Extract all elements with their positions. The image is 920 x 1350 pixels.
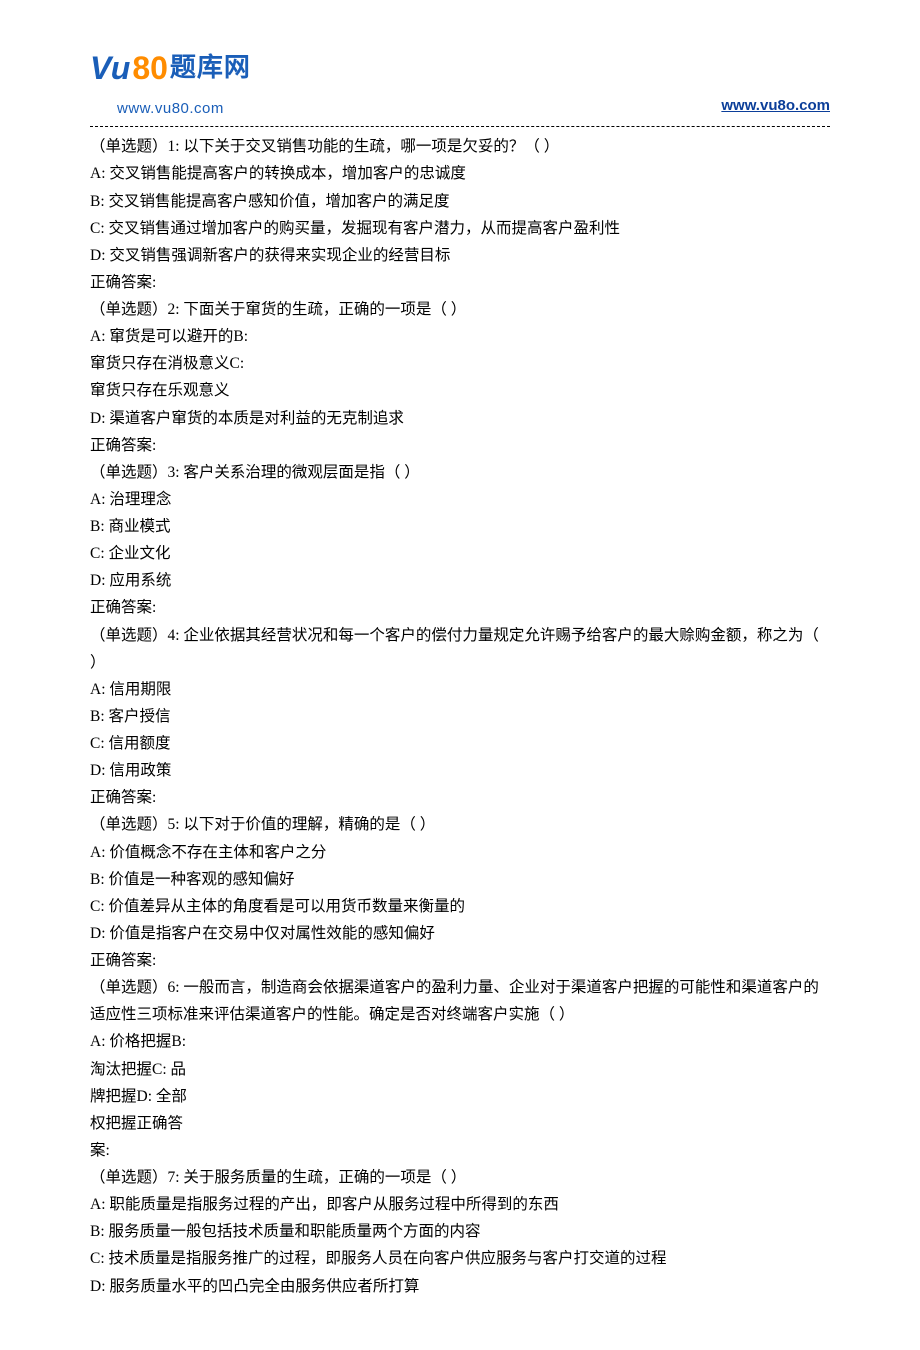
answer-label: 正确答案: bbox=[90, 784, 830, 811]
question-option: 窜货只存在消极意义C: bbox=[90, 350, 830, 377]
question-option: B: 商业模式 bbox=[90, 513, 830, 540]
question-option: A: 治理理念 bbox=[90, 486, 830, 513]
question-option: C: 技术质量是指服务推广的过程，即服务人员在向客户供应服务与客户打交道的过程 bbox=[90, 1245, 830, 1272]
question-option: C: 信用额度 bbox=[90, 730, 830, 757]
question-option: 淘汰把握C: 品 bbox=[90, 1056, 830, 1083]
question-option: D: 应用系统 bbox=[90, 567, 830, 594]
question-option: D: 服务质量水平的凹凸完全由服务供应者所打算 bbox=[90, 1273, 830, 1300]
page-header: Vu 80 题库网 www.vu80.com www.vu8o.com bbox=[90, 40, 830, 122]
question-option: C: 交叉销售通过增加客户的购买量，发掘现有客户潜力，从而提高客户盈利性 bbox=[90, 215, 830, 242]
question-option: D: 交叉销售强调新客户的获得来实现企业的经营目标 bbox=[90, 242, 830, 269]
logo-url-text: www.vu80.com bbox=[117, 96, 224, 122]
logo-80-text: 80 bbox=[132, 40, 168, 96]
question-prompt: （单选题）3: 客户关系治理的微观层面是指（ ） bbox=[90, 459, 830, 486]
answer-label: 正确答案: bbox=[90, 947, 830, 974]
question-option: 案: bbox=[90, 1137, 830, 1164]
question-option: D: 渠道客户窜货的本质是对利益的无克制追求 bbox=[90, 405, 830, 432]
question-option: 窜货只存在乐观意义 bbox=[90, 377, 830, 404]
question-option: B: 客户授信 bbox=[90, 703, 830, 730]
question-option: A: 信用期限 bbox=[90, 676, 830, 703]
question-prompt: （单选题）1: 以下关于交叉销售功能的生疏，哪一项是欠妥的？（ ） bbox=[90, 133, 830, 160]
question-option: A: 窜货是可以避开的B: bbox=[90, 323, 830, 350]
logo-vu-text: Vu bbox=[90, 40, 130, 96]
question-option: A: 职能质量是指服务过程的产出，即客户从服务过程中所得到的东西 bbox=[90, 1191, 830, 1218]
question-option: B: 交叉销售能提高客户感知价值，增加客户的满足度 bbox=[90, 188, 830, 215]
question-prompt: （单选题）7: 关于服务质量的生疏，正确的一项是（ ） bbox=[90, 1164, 830, 1191]
question-option: A: 交叉销售能提高客户的转换成本，增加客户的忠诚度 bbox=[90, 160, 830, 187]
question-prompt: （单选题）5: 以下对于价值的理解，精确的是（ ） bbox=[90, 811, 830, 838]
question-option: D: 信用政策 bbox=[90, 757, 830, 784]
question-option: C: 价值差异从主体的角度看是可以用货币数量来衡量的 bbox=[90, 893, 830, 920]
logo-graphic: Vu 80 题库网 bbox=[90, 40, 251, 96]
question-option: B: 服务质量一般包括技术质量和职能质量两个方面的内容 bbox=[90, 1218, 830, 1245]
answer-label: 正确答案: bbox=[90, 594, 830, 621]
answer-label: 正确答案: bbox=[90, 269, 830, 296]
question-option: A: 价值概念不存在主体和客户之分 bbox=[90, 839, 830, 866]
question-prompt: （单选题）6: 一般而言，制造商会依据渠道客户的盈利力量、企业对于渠道客户把握的… bbox=[90, 974, 830, 1028]
question-option: 牌把握D: 全部 bbox=[90, 1083, 830, 1110]
document-content: （单选题）1: 以下关于交叉销售功能的生疏，哪一项是欠妥的？（ ） A: 交叉销… bbox=[90, 133, 830, 1299]
site-logo: Vu 80 题库网 www.vu80.com bbox=[90, 40, 251, 122]
logo-brand-text: 题库网 bbox=[170, 45, 251, 91]
question-option: A: 价格把握B: bbox=[90, 1028, 830, 1055]
question-option: B: 价值是一种客观的感知偏好 bbox=[90, 866, 830, 893]
header-divider bbox=[90, 126, 830, 127]
question-option: C: 企业文化 bbox=[90, 540, 830, 567]
header-site-link[interactable]: www.vu8o.com bbox=[721, 93, 830, 119]
question-option: D: 价值是指客户在交易中仅对属性效能的感知偏好 bbox=[90, 920, 830, 947]
question-prompt: （单选题）2: 下面关于窜货的生疏，正确的一项是（ ） bbox=[90, 296, 830, 323]
question-prompt: （单选题）4: 企业依据其经营状况和每一个客户的偿付力量规定允许赐予给客户的最大… bbox=[90, 622, 830, 676]
question-option: 权把握正确答 bbox=[90, 1110, 830, 1137]
answer-label: 正确答案: bbox=[90, 432, 830, 459]
